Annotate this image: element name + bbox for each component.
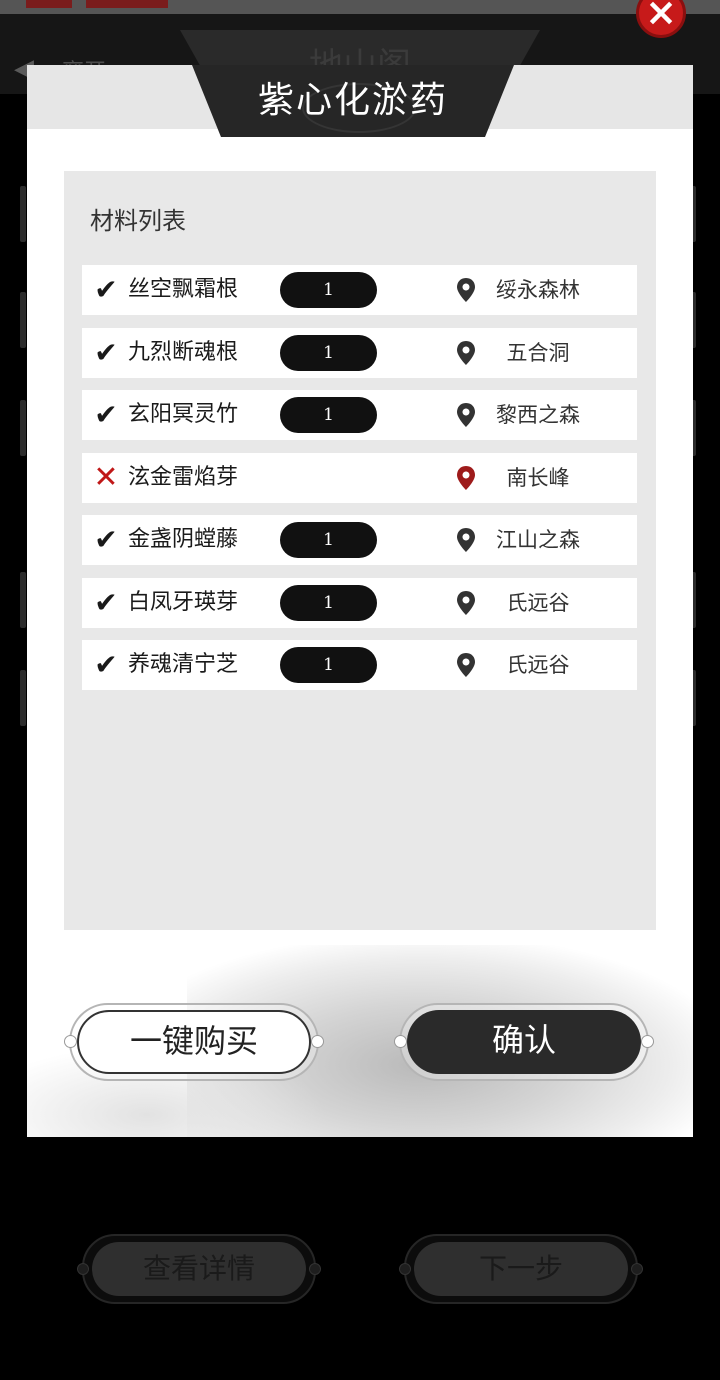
quantity-badge: 1 [280, 272, 377, 308]
checkmark-icon: ✔ [94, 585, 118, 619]
status-bar-mark [86, 0, 168, 8]
material-row[interactable]: ✔ 养魂清宁芝 1 氏远谷 [82, 640, 637, 690]
quantity-badge: 1 [280, 397, 377, 433]
map-pin-icon[interactable] [455, 340, 477, 366]
status-bar-mark [26, 0, 72, 8]
map-pin-icon[interactable] [455, 652, 477, 678]
material-name: 玄阳冥灵竹 [128, 402, 239, 427]
button-ornament [394, 1035, 407, 1048]
material-location: 黎西之森 [496, 403, 580, 427]
material-row[interactable]: ✔ 丝空飘霜根 1 绥永森林 [82, 265, 637, 315]
material-location: 五合洞 [506, 340, 570, 365]
view-details-button[interactable]: 查看详情 [77, 1234, 321, 1304]
checkmark-icon: ✔ [94, 273, 118, 306]
confirm-button[interactable]: 确认 [394, 1003, 654, 1081]
button-ornament [641, 1035, 654, 1048]
quantity-badge: 1 [280, 647, 377, 683]
material-location: 江山之森 [496, 528, 580, 552]
material-name: 泫金雷焰芽 [128, 464, 239, 490]
checkmark-icon: ✔ [94, 648, 118, 681]
button-ornament [631, 1263, 643, 1275]
button-ornament [309, 1263, 321, 1275]
background-side-tab [20, 572, 26, 628]
checkmark-icon: ✔ [94, 398, 118, 431]
background-side-tab [20, 186, 26, 242]
checkmark-icon: ✔ [94, 335, 118, 369]
button-ornament [399, 1263, 411, 1275]
material-name: 养魂清宁芝 [128, 652, 239, 677]
material-location: 氏远谷 [506, 653, 570, 677]
close-icon: × [645, 0, 677, 34]
material-row[interactable]: ✔ 白凤牙瑛芽 1 氏远谷 [82, 577, 637, 628]
cross-icon: ✕ [93, 459, 119, 495]
materials-panel-label: 材料列表 [90, 207, 186, 235]
map-pin-icon[interactable] [455, 527, 477, 553]
material-name: 九烈断魂根 [128, 339, 239, 365]
material-name: 丝空飘霜根 [128, 277, 239, 302]
material-location: 氏远谷 [506, 590, 570, 615]
material-row[interactable]: ✔ 九烈断魂根 1 五合洞 [82, 327, 637, 378]
material-row[interactable]: ✕ 泫金雷焰芽 南长峰 [82, 452, 637, 503]
material-location: 绥永森林 [496, 278, 580, 302]
buy-all-button[interactable]: 一键购买 [64, 1003, 324, 1081]
button-ornament [77, 1263, 89, 1275]
material-row[interactable]: ✔ 金盏阴螳藤 1 江山之森 [82, 515, 637, 565]
button-ornament [64, 1035, 77, 1048]
background-side-tab [20, 400, 26, 456]
material-name: 白凤牙瑛芽 [128, 589, 239, 615]
map-pin-icon[interactable] [455, 590, 477, 616]
confirm-label: 确认 [407, 1010, 641, 1074]
materials-panel: 材料列表 ✔ 丝空飘霜根 1 绥永森林 ✔ 九烈断魂根 1 五合洞 ✔ 玄阳冥灵竹 1 黎西之森 ✕ 泫金… [64, 171, 656, 930]
view-details-label: 查看详情 [92, 1242, 306, 1296]
quantity-badge: 1 [280, 522, 377, 558]
next-step-label: 下一步 [414, 1242, 628, 1296]
map-pin-icon[interactable] [455, 402, 477, 428]
quantity-badge: 1 [280, 334, 377, 371]
map-pin-icon[interactable] [455, 277, 477, 303]
recipe-modal: 紫心化淤药 材料列表 ✔ 丝空飘霜根 1 绥永森林 ✔ 九烈断魂根 1 五合洞 ✔ 玄阳冥灵竹 1 黎… [27, 65, 693, 1137]
material-name: 金盏阴螳藤 [128, 527, 239, 552]
button-ornament [311, 1035, 324, 1048]
modal-title: 紫心化淤药 [257, 80, 448, 121]
material-row[interactable]: ✔ 玄阳冥灵竹 1 黎西之森 [82, 390, 637, 440]
material-location: 南长峰 [506, 465, 570, 490]
next-step-button[interactable]: 下一步 [399, 1234, 643, 1304]
quantity-badge: 1 [280, 584, 377, 621]
checkmark-icon: ✔ [94, 523, 118, 556]
background-side-tab [20, 670, 26, 726]
background-top-strip [0, 0, 720, 14]
map-pin-icon[interactable] [455, 465, 477, 491]
buy-all-label: 一键购买 [77, 1010, 311, 1074]
background-side-tab [20, 292, 26, 348]
